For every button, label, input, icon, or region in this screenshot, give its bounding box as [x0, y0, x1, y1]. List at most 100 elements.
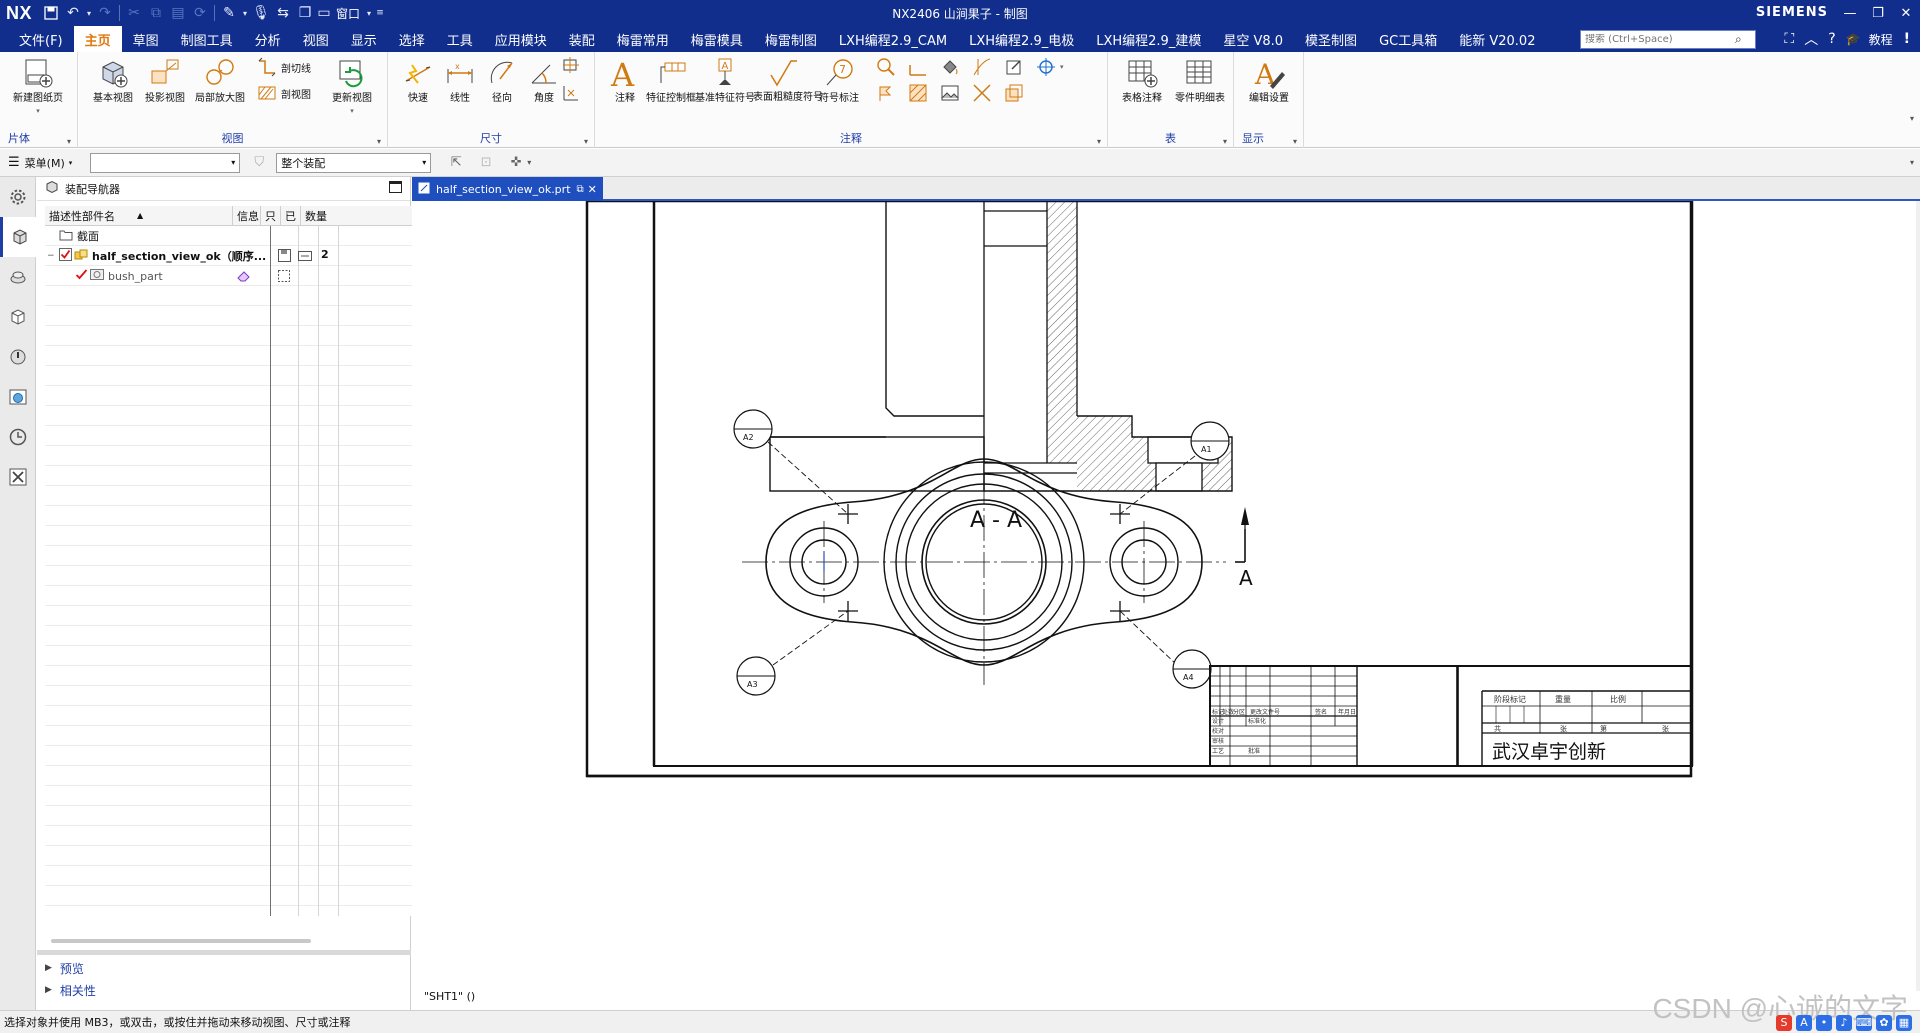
fcf-button[interactable]: 特征控制框: [641, 52, 701, 105]
preview-panel-toggle[interactable]: ▶ 预览: [45, 958, 84, 978]
menu-tab-3[interactable]: 制图工具: [170, 26, 244, 52]
menu-tab-14[interactable]: LXH编程2.9_CAM: [828, 26, 958, 52]
menu-tab-13[interactable]: 梅雷制图: [754, 26, 828, 52]
section-line-button[interactable]: 剖切线: [256, 56, 311, 78]
window-dropdown-icon[interactable]: ▾: [364, 2, 374, 24]
ime-punctuation-icon[interactable]: •: [1816, 1014, 1832, 1031]
chain-dimension-button[interactable]: [560, 54, 585, 76]
column-modified[interactable]: 已: [281, 206, 301, 225]
copy-icon[interactable]: ⧉: [145, 2, 167, 24]
main-menu-button[interactable]: ☰ 菜单(M) ▾: [0, 155, 80, 171]
target-point-button[interactable]: ▾: [1035, 56, 1064, 78]
section-arrow-label[interactable]: A: [1239, 566, 1253, 590]
filter-icon[interactable]: ⛉: [248, 153, 270, 173]
menu-tab-19[interactable]: GC工具箱: [1368, 26, 1448, 52]
history-clock-icon[interactable]: [0, 417, 36, 457]
ime-skin-icon[interactable]: ✿: [1876, 1014, 1892, 1031]
image-tool-button[interactable]: [1003, 56, 1028, 78]
selbar-overflow-icon[interactable]: ▾: [1910, 158, 1914, 167]
group-display-dropdown-icon[interactable]: ▾: [1293, 137, 1297, 146]
graphics-vertical-scrollbar[interactable]: [1916, 201, 1920, 991]
column-readonly[interactable]: 只: [261, 206, 281, 225]
close-icon[interactable]: ✕: [1892, 0, 1920, 26]
drawing-canvas[interactable]: A - A A2 A1 A3 A4 A 标记 处数 分区 更改文件号 签名 年月…: [412, 201, 1912, 991]
paste-icon[interactable]: ▤: [167, 2, 189, 24]
resource-settings-gear-icon[interactable]: [0, 177, 36, 217]
menu-tab-8[interactable]: 工具: [436, 26, 484, 52]
new-sheet-button[interactable]: 新建图纸页 ▾: [8, 52, 68, 116]
column-part-name[interactable]: 描述性部件名 ▲: [45, 206, 233, 225]
cut-icon[interactable]: ✂: [123, 2, 145, 24]
tabular-note-button[interactable]: 表格注释: [1112, 52, 1172, 105]
fill-area-button[interactable]: [939, 56, 964, 78]
datum-feature-button[interactable]: A 基准特征符号: [695, 52, 755, 105]
menu-tab-15[interactable]: LXH编程2.9_电极: [958, 26, 1085, 52]
microphone-icon[interactable]: 🎙: [250, 2, 272, 24]
menu-tab-11[interactable]: 梅雷常用: [606, 26, 680, 52]
maximize-panel-icon[interactable]: [389, 181, 402, 193]
offset-center-button[interactable]: [907, 56, 932, 78]
restore-icon[interactable]: ❐: [1864, 0, 1892, 26]
process-studio-tools-icon[interactable]: [0, 457, 36, 497]
section-view-button[interactable]: 剖视图: [256, 82, 311, 104]
weld-symbol-button[interactable]: [875, 82, 900, 104]
minimize-icon[interactable]: —: [1836, 0, 1864, 26]
group-table-dropdown-icon[interactable]: ▾: [1223, 137, 1227, 146]
new-sheet-dropdown-icon[interactable]: ▾: [36, 107, 40, 115]
region-button[interactable]: [1003, 82, 1028, 104]
menu-tab-7[interactable]: 选择: [388, 26, 436, 52]
ribbon-expand-icon[interactable]: ▾: [1910, 114, 1914, 123]
visibility-checkbox-icon[interactable]: [59, 248, 72, 264]
ime-logo-icon[interactable]: S: [1776, 1014, 1792, 1031]
help-icon[interactable]: ?: [1823, 31, 1840, 47]
selection-scope-select[interactable]: 整个装配 ▾: [276, 152, 432, 173]
id-symbol-button[interactable]: 7 符号标注: [809, 52, 869, 105]
parts-list-button[interactable]: 零件明细表: [1170, 52, 1230, 105]
menu-tab-9[interactable]: 应用模块: [484, 26, 558, 52]
update-view-dropdown-icon[interactable]: ▾: [350, 107, 354, 115]
save-icon[interactable]: [40, 2, 62, 24]
select-feature-icon[interactable]: ⇱: [445, 153, 467, 173]
select-curve-icon[interactable]: ⊡: [475, 153, 497, 173]
group-dimension-dropdown-icon[interactable]: ▾: [584, 137, 588, 146]
menu-tab-0[interactable]: 文件(F): [8, 26, 74, 52]
menu-tab-1[interactable]: 主页: [73, 26, 122, 52]
image-button[interactable]: [939, 82, 964, 104]
web-browser-icon[interactable]: [0, 377, 36, 417]
crosshatch-button[interactable]: [971, 82, 996, 104]
intersection-symbol-button[interactable]: [971, 56, 996, 78]
part-navigator-icon[interactable]: [0, 297, 36, 337]
menu-tab-10[interactable]: 装配: [558, 26, 606, 52]
detail-view-button[interactable]: 局部放大图: [190, 52, 250, 105]
surface-finish-button[interactable]: 表面粗糙度符号: [753, 52, 823, 104]
section-view-aa[interactable]: [769, 201, 1233, 492]
reuse-library-icon[interactable]: [0, 337, 36, 377]
type-filter-select[interactable]: ▾: [90, 152, 241, 173]
menu-tab-4[interactable]: 分析: [244, 26, 292, 52]
touch-mode-icon[interactable]: ✎: [218, 2, 240, 24]
command-finder-icon[interactable]: ⇆: [272, 2, 294, 24]
ime-keyboard-icon[interactable]: ⌨: [1856, 1014, 1872, 1031]
collapse-toggle-icon[interactable]: −: [47, 251, 59, 261]
ordinate-dimension-button[interactable]: [560, 82, 585, 104]
balloon-a1[interactable]: A1: [1190, 421, 1230, 461]
tree-row-sections[interactable]: 截面: [45, 226, 442, 246]
command-search-input[interactable]: [1581, 34, 1731, 45]
menu-tab-5[interactable]: 视图: [292, 26, 340, 52]
ime-voice-icon[interactable]: ♪: [1836, 1014, 1852, 1031]
menu-tab-6[interactable]: 显示: [340, 26, 388, 52]
alert-icon[interactable]: !: [1899, 31, 1920, 47]
base-view-button[interactable]: 基本视图: [83, 52, 143, 105]
column-info[interactable]: 信息: [233, 206, 261, 225]
menu-tab-18[interactable]: 模圣制图: [1294, 26, 1368, 52]
menu-tab-20[interactable]: 能新 V20.02: [1448, 26, 1546, 52]
tutorial-link[interactable]: 教程: [1863, 31, 1899, 48]
menu-tab-2[interactable]: 草图: [122, 26, 170, 52]
ime-tools-icon[interactable]: ▦: [1896, 1014, 1912, 1031]
tree-row-component[interactable]: bush_part: [45, 266, 442, 286]
undo-dropdown-icon[interactable]: ▾: [84, 2, 94, 24]
ime-language-icon[interactable]: A: [1796, 1014, 1812, 1031]
window-menu[interactable]: 窗口: [332, 5, 364, 22]
target-dropdown-icon[interactable]: ▾: [1060, 63, 1064, 71]
group-sheet-dropdown-icon[interactable]: ▾: [67, 137, 71, 146]
